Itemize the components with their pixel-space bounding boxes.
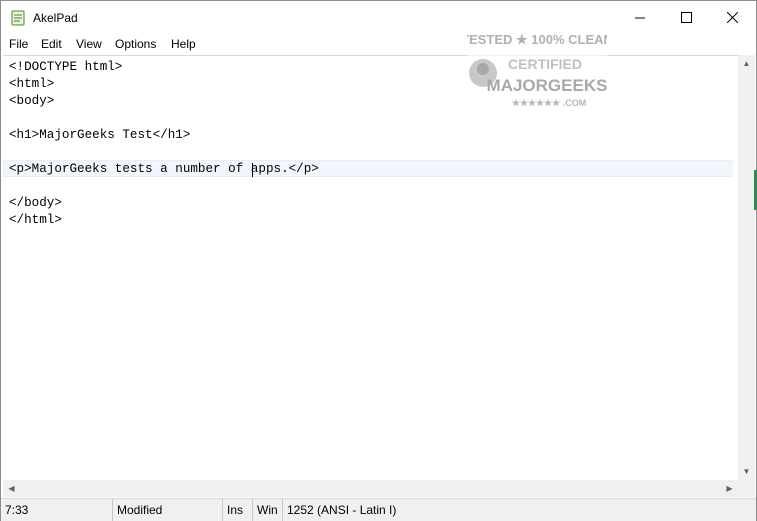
badge-line-2: CERTIFIED [508,56,582,72]
scroll-right-arrow-icon[interactable]: ▶ [721,480,738,497]
maximize-button[interactable] [663,1,709,34]
text-editor[interactable]: <!DOCTYPE html> <html> <body> <h1>MajorG… [3,55,738,481]
vertical-scrollbar[interactable]: ▲ ▼ [738,55,755,480]
maximize-icon [680,12,692,23]
status-modified: Modified [113,499,223,521]
menu-file[interactable]: File [9,37,28,51]
status-position: 7:33 [1,499,113,521]
scroll-up-arrow-icon[interactable]: ▲ [738,55,755,72]
code-line: <!DOCTYPE html> [9,60,123,74]
code-line: <p>MajorGeeks tests a number of apps.</p… [9,162,319,176]
code-line: </html> [9,213,62,227]
scrollbar-corner [738,480,755,497]
status-newline[interactable]: Win [253,499,283,521]
menu-edit[interactable]: Edit [41,37,62,51]
status-bar: 7:33 Modified Ins Win 1252 (ANSI - Latin… [1,498,756,521]
text-caret [251,163,253,177]
title-bar[interactable]: AkelPad [1,1,756,34]
majorgeeks-certified-badge: TESTED ★ 100% CLEAN CERTIFIED MAJORGEEKS… [467,29,607,111]
akelpad-app-icon [11,10,25,26]
badge-line-4: ★★★★★★ .COM [512,98,586,108]
window-title: AkelPad [33,11,78,25]
badge-line-3: MAJORGEEKS [487,76,607,95]
horizontal-scrollbar[interactable]: ◀ ▶ [3,480,738,497]
status-codepage[interactable]: 1252 (ANSI - Latin I) [283,499,443,521]
menu-view[interactable]: View [76,37,102,51]
menu-help[interactable]: Help [171,37,196,51]
status-insert-mode[interactable]: Ins [223,499,253,521]
menu-bar: File Edit View Options Help [1,34,756,54]
scroll-down-arrow-icon[interactable]: ▼ [738,463,755,480]
minimize-button[interactable] [617,1,663,34]
minimize-icon [634,17,645,19]
close-button[interactable] [709,1,755,34]
code-line: <html> [9,77,55,91]
akelpad-window: AkelPad File Edit View Options Help <!DO… [0,0,757,521]
code-line: <body> [9,94,55,108]
menu-options[interactable]: Options [115,37,156,51]
code-line: <h1>MajorGeeks Test</h1> [9,128,191,142]
close-icon [726,12,738,23]
code-line: </body> [9,196,62,210]
editor-content[interactable]: <!DOCTYPE html> <html> <body> <h1>MajorG… [9,59,319,229]
badge-line-1: TESTED ★ 100% CLEAN [467,32,607,47]
scroll-left-arrow-icon[interactable]: ◀ [3,480,20,497]
